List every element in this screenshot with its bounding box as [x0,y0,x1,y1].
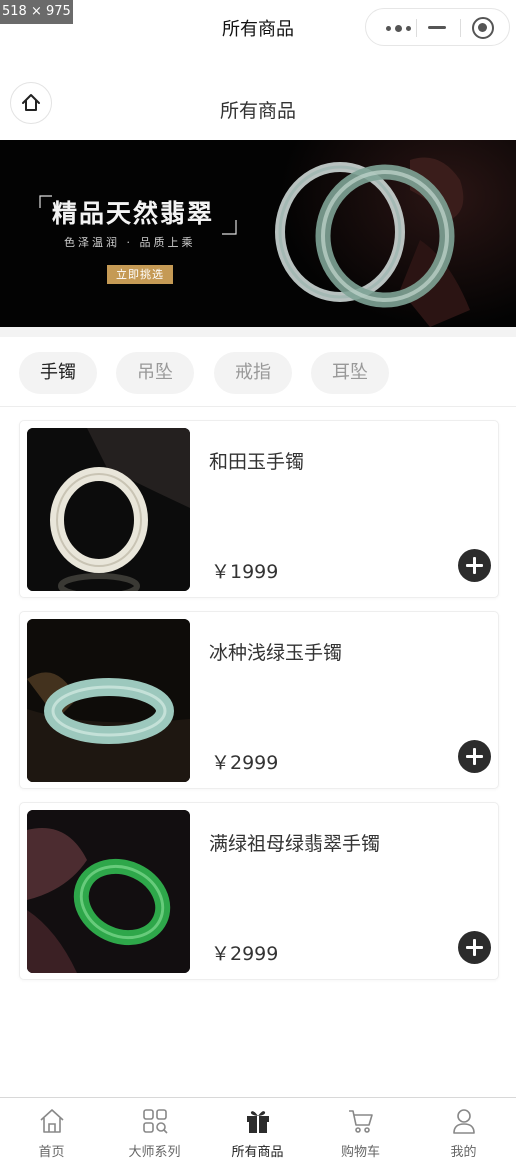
minus-icon[interactable] [428,26,446,29]
tabbar-label: 购物车 [340,1145,380,1160]
tab-bracelet[interactable]: 手镯 [19,352,97,394]
category-tabs: 手镯 吊坠 戒指 耳坠 [0,352,516,394]
tabbar-item-me[interactable]: 我的 [412,1098,515,1163]
page-navbar: 所有商品 [0,72,516,140]
add-to-cart-button[interactable] [458,931,491,964]
tab-ring[interactable]: 戒指 [214,352,292,394]
product-card[interactable]: 和田玉手镯 ￥1999 [19,420,499,598]
banner-cta-button[interactable]: 立即挑选 [107,265,173,284]
product-image[interactable] [27,810,190,973]
tab-earring[interactable]: 耳坠 [311,352,389,394]
product-name: 和田玉手镯 [209,451,305,473]
banner-title: 精品天然翡翠 [52,199,215,228]
home-icon [22,94,40,111]
product-image[interactable] [27,428,190,591]
promo-banner[interactable]: 精品天然翡翠 色泽温润 · 品质上乘 立即挑选 [0,140,516,327]
product-card[interactable]: 冰种浅绿玉手镯 ￥2999 [19,611,499,789]
capsule-divider [460,19,461,37]
tabbar-label: 大师系列 [128,1145,181,1160]
banner-subtitle: 色泽温润 · 品质上乘 [64,236,196,249]
product-name: 冰种浅绿玉手镯 [209,642,343,664]
product-card[interactable]: 满绿祖母绿翡翠手镯 ￥2999 [19,802,499,980]
user-icon [453,1109,475,1134]
tabbar-item-home[interactable]: 首页 [0,1098,103,1163]
capsule-menu [365,8,510,46]
dimension-label: 518 × 975 [0,0,73,24]
tabbar-label: 所有商品 [231,1145,284,1160]
grid-search-icon [143,1109,168,1134]
gift-icon [247,1111,269,1133]
home-outline-icon [40,1109,64,1133]
cart-icon [349,1110,373,1133]
product-price: ￥1999 [211,561,279,583]
bottom-tabbar: 首页 大师系列 所有商品 购物车 我的 [0,1097,516,1163]
more-dots-icon[interactable] [380,9,416,47]
page-title: 所有商品 [219,100,296,122]
add-to-cart-button[interactable] [458,740,491,773]
product-name: 满绿祖母绿翡翠手镯 [209,833,381,855]
target-icon[interactable] [472,17,494,39]
home-button[interactable] [10,82,52,124]
add-to-cart-button[interactable] [458,549,491,582]
tabbar-label: 首页 [38,1145,65,1160]
tabbar-item-all-products[interactable]: 所有商品 [206,1098,309,1163]
tabbar-item-master-series[interactable]: 大师系列 [103,1098,206,1163]
product-price: ￥2999 [211,943,279,965]
window-titlebar: 所有商品 [0,0,516,54]
section-divider [0,327,516,337]
tabbar-label: 我的 [450,1145,477,1160]
product-price: ￥2999 [211,752,279,774]
tab-pendant[interactable]: 吊坠 [116,352,194,394]
tabbar-item-cart[interactable]: 购物车 [309,1098,412,1163]
capsule-divider [416,19,417,37]
tabs-divider [0,406,516,407]
product-image[interactable] [27,619,190,782]
